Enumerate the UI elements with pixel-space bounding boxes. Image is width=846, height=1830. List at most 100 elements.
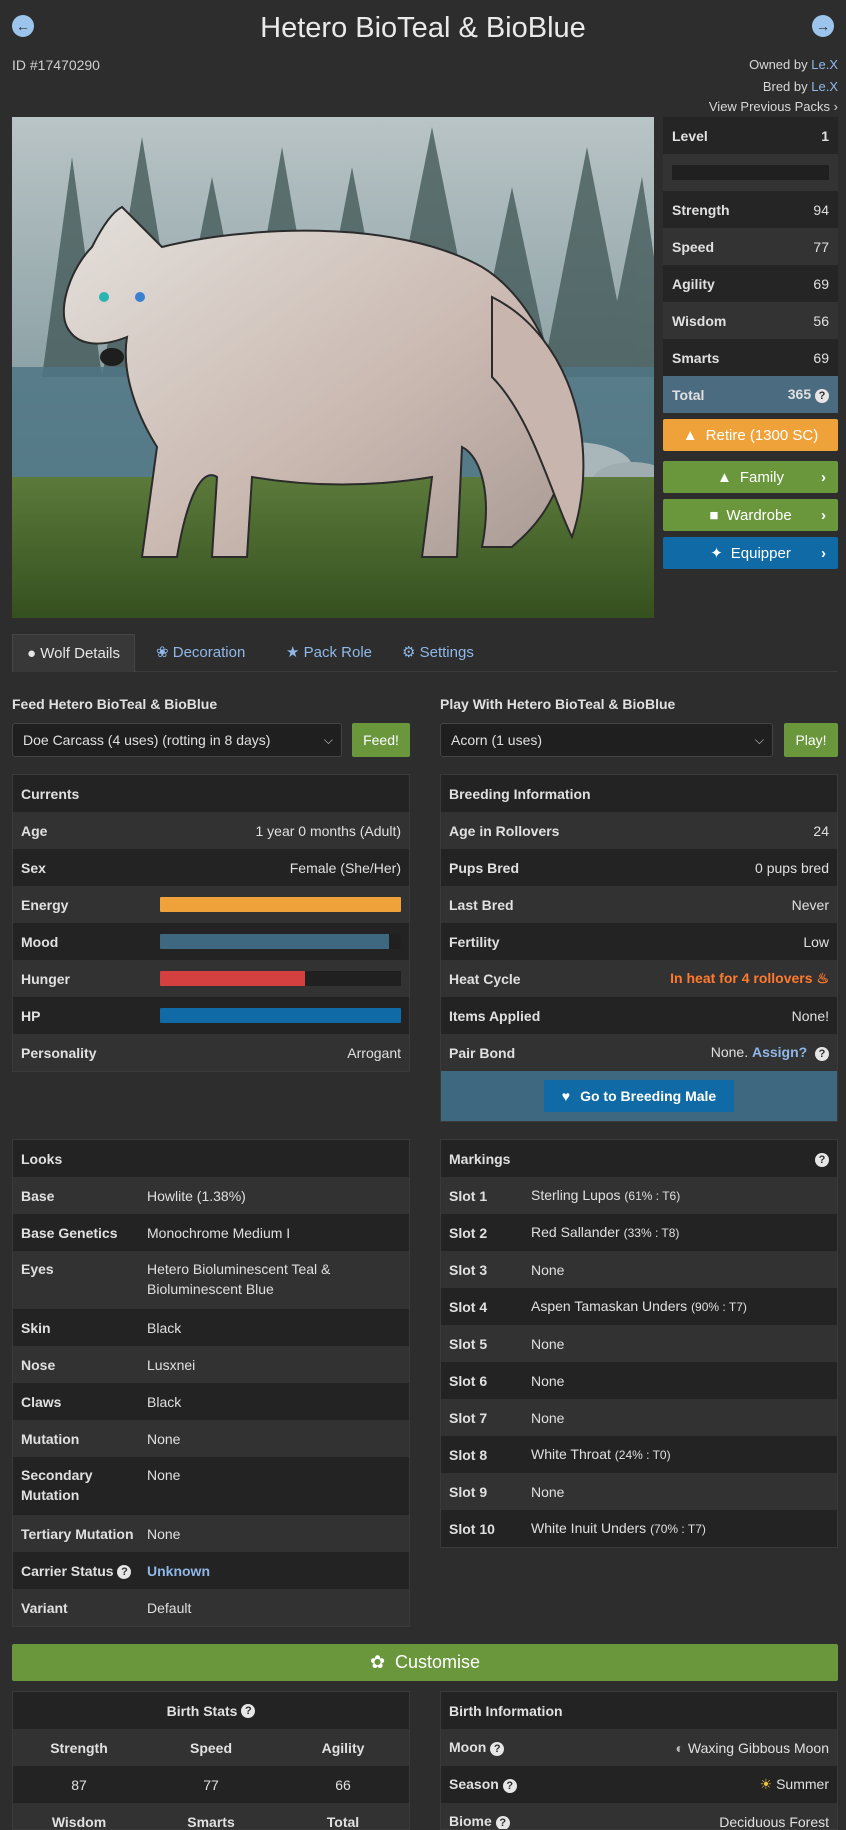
looks-row: Carrier Status ? Unknown <box>13 1552 409 1589</box>
marking-row: Slot 4 Aspen Tamaskan Unders (90% : T7) <box>441 1288 837 1325</box>
looks-row: Tertiary Mutation None <box>13 1515 409 1552</box>
marking-row: Slot 6 None <box>441 1362 837 1399</box>
mood-bar <box>160 934 401 949</box>
looks-row: Base Howlite (1.38%) <box>13 1177 409 1214</box>
help-icon[interactable]: ? <box>117 1564 132 1579</box>
marking-row: Slot 5 None <box>441 1325 837 1362</box>
panel-title: Birth Information <box>441 1692 837 1729</box>
age-row: Age 1 year 0 months (Adult) <box>13 812 409 849</box>
moon-row: Moon ? ◐ Waxing Gibbous Moon <box>441 1729 837 1766</box>
marking-row: Slot 3 None <box>441 1251 837 1288</box>
stat-row: Strength 94 <box>663 191 838 228</box>
wardrobe-button[interactable]: ■ Wardrobe › <box>663 499 838 531</box>
paw-icon: ● <box>27 645 37 662</box>
stat-row: Agility 69 <box>663 265 838 302</box>
tree-icon: ▲ <box>716 468 732 486</box>
breeder-link[interactable]: Le.X <box>811 79 838 94</box>
breeding-male-area: ♥ Go to Breeding Male <box>441 1071 837 1121</box>
play-button[interactable]: Play! <box>784 723 838 757</box>
looks-row: Skin Black <box>13 1309 409 1346</box>
palette-icon: ✿ <box>369 1652 386 1672</box>
family-button[interactable]: ▲ Family › <box>663 461 838 493</box>
carrier-status-link[interactable]: Unknown <box>147 1561 401 1581</box>
feed-button[interactable]: Feed! <box>352 723 410 757</box>
chevron-right-icon: › <box>821 506 826 524</box>
stat-row: Wisdom 56 <box>663 302 838 339</box>
help-icon[interactable]: ? <box>490 1741 505 1756</box>
items-row: Items Applied None! <box>441 997 837 1034</box>
owner-link[interactable]: Le.X <box>811 57 838 72</box>
help-icon[interactable]: ? <box>495 1815 510 1829</box>
customise-button[interactable]: ✿ Customise <box>12 1644 838 1681</box>
tab-decoration[interactable]: ❀ Decoration <box>142 634 259 672</box>
tab-wolf-details[interactable]: ● Wolf Details <box>12 634 135 672</box>
hp-fill <box>160 1008 401 1023</box>
tombstone-icon: ▲ <box>682 426 698 444</box>
sex-row: Sex Female (She/Her) <box>13 849 409 886</box>
play-select[interactable]: Acorn (1 uses) ⌵ <box>440 723 773 757</box>
next-wolf-button[interactable]: → <box>812 15 834 37</box>
panel-title: Breeding Information <box>441 775 837 812</box>
bred-by: Bred by Le.X <box>762 79 838 94</box>
feed-label: Feed Hetero BioTeal & BioBlue <box>12 696 218 712</box>
total-row: Total 365 ? <box>663 376 838 413</box>
stat-row: Speed 77 <box>663 228 838 265</box>
marking-row: Slot 9 None <box>441 1473 837 1510</box>
play-label: Play With Hetero BioTeal & BioBlue <box>440 696 676 712</box>
help-icon[interactable]: ? <box>815 1046 829 1061</box>
looks-row: Claws Black <box>13 1383 409 1420</box>
tab-pack-role[interactable]: ★ Pack Role <box>272 634 386 672</box>
mood-row: Mood <box>13 923 409 960</box>
season-row: Season ? ☀ Summer <box>441 1766 837 1803</box>
birth-info-panel: Birth Information Moon ? ◐ Waxing Gibbous… <box>440 1691 838 1830</box>
stat-row: Smarts 69 <box>663 339 838 376</box>
looks-row: Secondary Mutation None <box>13 1457 409 1515</box>
help-icon[interactable]: ? <box>815 1152 829 1167</box>
help-icon[interactable]: ? <box>815 388 829 403</box>
sun-icon: ☀ <box>759 1776 773 1792</box>
assign-link[interactable]: Assign? <box>752 1044 807 1060</box>
panel-title: Birth Stats ? <box>13 1692 409 1729</box>
energy-bar <box>160 897 401 912</box>
hp-bar <box>160 1008 401 1023</box>
panel-title: Currents <box>13 775 409 812</box>
go-to-breeding-male-button[interactable]: ♥ Go to Breeding Male <box>543 1080 735 1112</box>
chevron-down-icon: ⌵ <box>323 733 333 747</box>
chevron-down-icon: ⌵ <box>754 733 764 747</box>
help-icon[interactable]: ? <box>502 1778 517 1793</box>
breeding-row: Age in Rollovers 24 <box>441 812 837 849</box>
arrow-right-icon: → <box>816 18 830 34</box>
owned-by: Owned by Le.X <box>749 57 838 72</box>
level-row: Level 1 <box>663 117 838 154</box>
heat-status: In heat for 4 rollovers ♨ <box>670 970 829 986</box>
looks-row: Variant Default <box>13 1589 409 1626</box>
breeding-row: Pups Bred 0 pups bred <box>441 849 837 886</box>
xp-bar-row <box>663 154 838 191</box>
biome-row: Biome ? Deciduous Forest <box>441 1803 837 1829</box>
stats-panel: Level 1 Strength 94 Speed 77 Agility 69 Wisd… <box>663 117 838 413</box>
help-icon[interactable]: ? <box>241 1703 256 1718</box>
birth-stats-values: 87 77 66 <box>13 1766 409 1803</box>
marking-row: Slot 1 Sterling Lupos (61% : T6) <box>441 1177 837 1214</box>
marking-row: Slot 2 Red Sallander (33% : T8) <box>441 1214 837 1251</box>
hunger-bar <box>160 971 401 986</box>
equipper-button[interactable]: ✦ Equipper › <box>663 537 838 569</box>
marking-row: Slot 7 None <box>441 1399 837 1436</box>
retire-button[interactable]: ▲ Retire (1300 SC) <box>663 419 838 451</box>
breeding-panel: Breeding Information Age in Rollovers 24 … <box>440 774 838 1122</box>
markings-panel: Markings? Slot 1 Sterling Lupos (61% : T6… <box>440 1139 838 1548</box>
view-previous-packs-link[interactable]: View Previous Packs › <box>709 99 838 114</box>
header: ← Hetero BioTeal & BioBlue → ID #1747029… <box>0 0 846 120</box>
gear-icon: ⚙ <box>402 644 416 661</box>
energy-fill <box>160 897 401 912</box>
personality-row: Personality Arrogant <box>13 1034 409 1071</box>
feather-icon: ❀ <box>156 644 169 661</box>
shirt-icon: ■ <box>709 506 719 524</box>
fire-icon: ♨ <box>816 970 829 986</box>
currents-panel: Currents Age 1 year 0 months (Adult) Sex F… <box>12 774 410 1072</box>
tab-settings[interactable]: ⚙ Settings <box>388 634 488 672</box>
feed-select[interactable]: Doe Carcass (4 uses) (rotting in 8 days)… <box>12 723 342 757</box>
looks-row: Base Genetics Monochrome Medium I <box>13 1214 409 1251</box>
marking-row: Slot 10 White Inuit Unders (70% : T7) <box>441 1510 837 1547</box>
xp-bar <box>672 165 829 180</box>
